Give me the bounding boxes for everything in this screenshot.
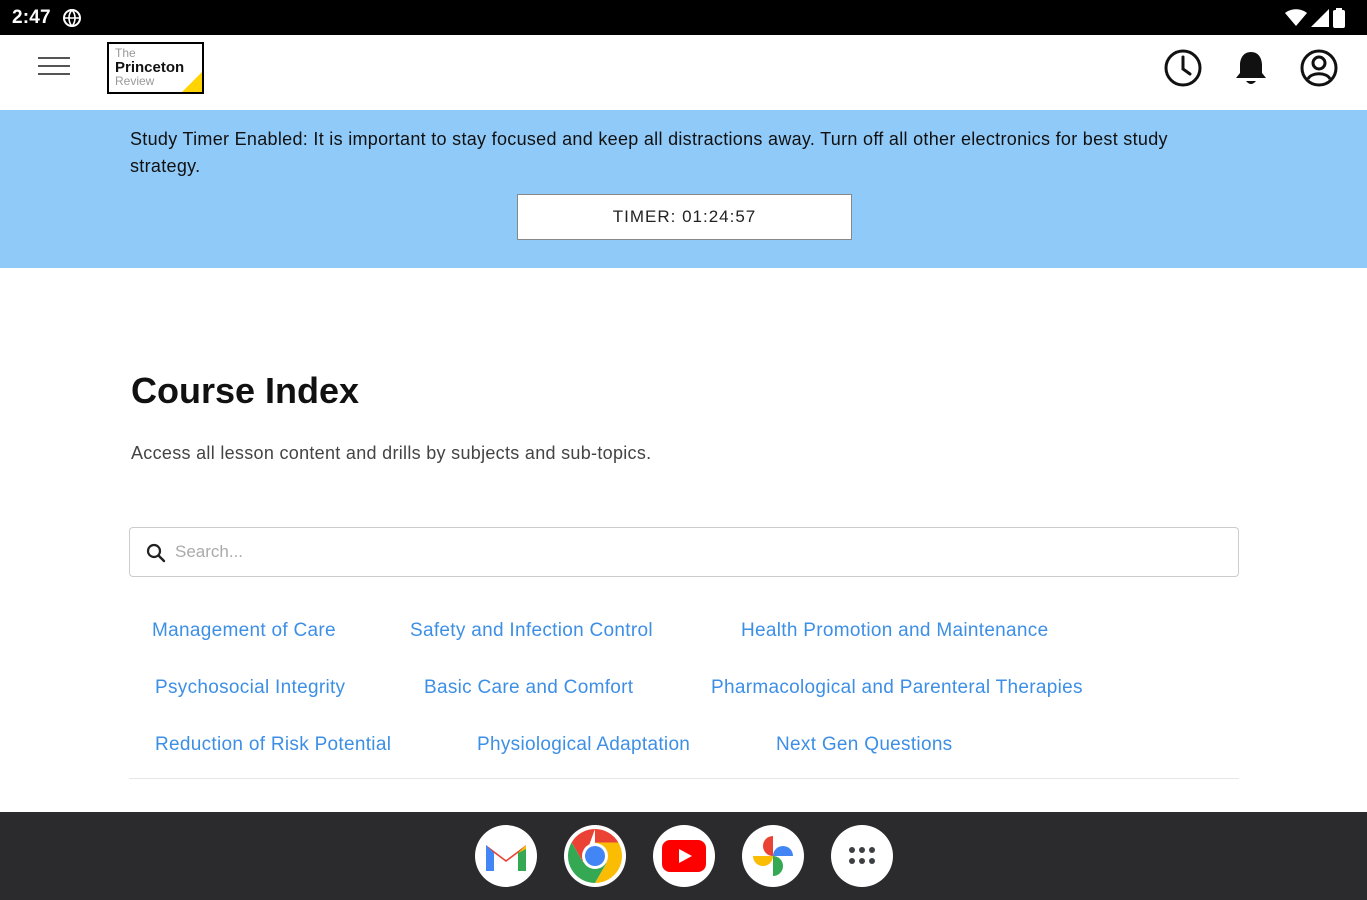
page-title: Course Index	[131, 370, 360, 411]
clock-icon[interactable]	[1163, 48, 1203, 88]
gmail-icon[interactable]	[475, 825, 537, 887]
hamburger-menu-icon[interactable]	[38, 57, 72, 83]
topic-link-management-of-care[interactable]: Management of Care	[152, 620, 336, 642]
topic-link-psychosocial-integrity[interactable]: Psychosocial Integrity	[155, 677, 345, 699]
section-divider	[129, 778, 1239, 779]
account-icon[interactable]	[1299, 48, 1339, 88]
battery-icon	[1333, 8, 1345, 28]
wifi-icon	[1285, 9, 1307, 26]
topic-row-2: Psychosocial Integrity Basic Care and Co…	[0, 677, 1367, 707]
topic-link-reduction-of-risk-potential[interactable]: Reduction of Risk Potential	[155, 734, 391, 756]
timer-display[interactable]: TIMER: 01:24:57	[517, 194, 852, 240]
app-header: The Princeton Review	[0, 35, 1367, 110]
topic-row-1: Management of Care Safety and Infection …	[0, 620, 1367, 650]
topic-row-3: Reduction of Risk Potential Physiologica…	[0, 734, 1367, 764]
status-indicators	[1285, 8, 1345, 28]
logo-line-3: Review	[115, 74, 155, 88]
princeton-review-logo[interactable]: The Princeton Review	[107, 42, 204, 94]
notification-bell-icon[interactable]	[1231, 48, 1271, 88]
topic-link-next-gen-questions[interactable]: Next Gen Questions	[776, 734, 952, 756]
youtube-icon[interactable]	[653, 825, 715, 887]
topic-link-physiological-adaptation[interactable]: Physiological Adaptation	[477, 734, 690, 756]
search-input[interactable]	[175, 536, 1225, 568]
topic-link-basic-care-and-comfort[interactable]: Basic Care and Comfort	[424, 677, 633, 699]
status-time: 2:47	[12, 7, 51, 28]
page-description: Access all lesson content and drills by …	[131, 443, 652, 463]
signal-icon	[1311, 9, 1329, 27]
status-bar: 2:47	[0, 0, 1367, 35]
logo-line-1: The	[115, 46, 136, 60]
topic-link-health-promotion-and-maintenance[interactable]: Health Promotion and Maintenance	[741, 620, 1048, 642]
chrome-icon[interactable]	[564, 825, 626, 887]
topic-link-pharmacological-and-parenteral-therapies[interactable]: Pharmacological and Parenteral Therapies	[711, 677, 1083, 699]
app-drawer-icon[interactable]	[831, 825, 893, 887]
app-dock	[0, 812, 1367, 900]
logo-line-2: Princeton	[115, 59, 185, 76]
vpn-globe-icon	[63, 9, 81, 27]
photos-icon[interactable]	[742, 825, 804, 887]
search-box[interactable]	[129, 527, 1239, 577]
logo-accent-corner	[182, 72, 202, 92]
topic-link-safety-and-infection-control[interactable]: Safety and Infection Control	[410, 620, 653, 642]
search-icon	[146, 543, 166, 563]
study-timer-banner: Study Timer Enabled: It is important to …	[0, 110, 1367, 268]
study-timer-message: Study Timer Enabled: It is important to …	[130, 129, 1168, 176]
